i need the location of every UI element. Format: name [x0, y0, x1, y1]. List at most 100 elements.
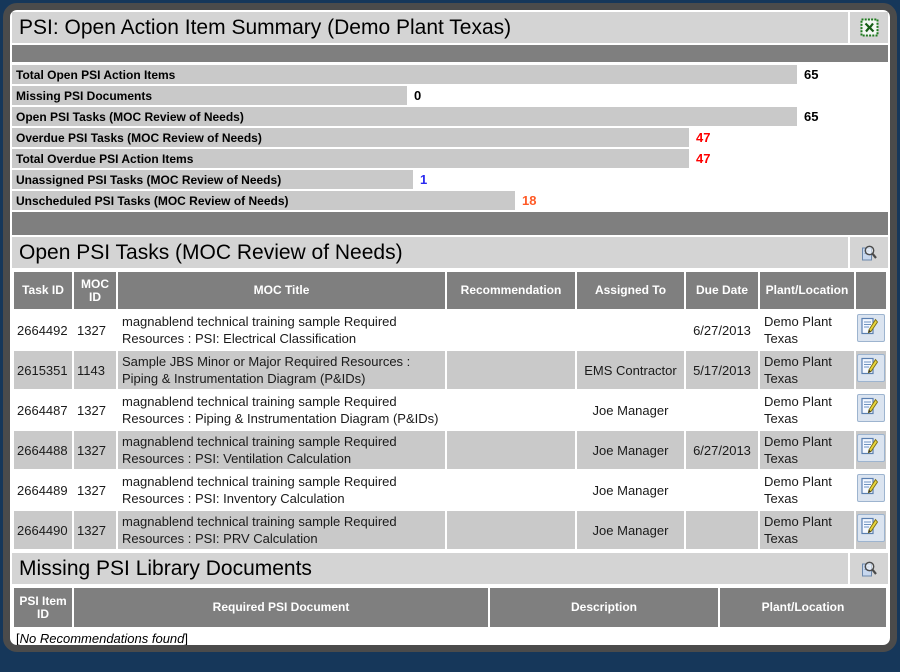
summary-bar: Unscheduled PSI Tasks (MOC Review of Nee… — [12, 191, 515, 210]
header-divider — [12, 45, 888, 62]
plant-location: Demo Plant Texas — [760, 391, 854, 429]
due-date — [686, 471, 758, 509]
summary-value: 18 — [522, 193, 536, 208]
task-id: 2664489 — [14, 471, 72, 509]
col-actions — [856, 272, 886, 309]
magnifier-icon — [859, 559, 879, 579]
recommendation — [447, 511, 575, 549]
task-row: 2664490 1327 magnablend technical traini… — [14, 511, 886, 549]
summary-section: Total Open PSI Action Items 65 Missing P… — [12, 65, 888, 210]
moc-id: 1327 — [74, 431, 116, 469]
task-row: 2664492 1327 magnablend technical traini… — [14, 311, 886, 349]
col-moc-title: MOC Title — [118, 272, 445, 309]
col-recommendation: Recommendation — [447, 272, 575, 309]
missing-docs-title-row: Missing PSI Library Documents — [12, 553, 888, 584]
due-date — [686, 511, 758, 549]
moc-id: 1143 — [74, 351, 116, 389]
moc-title: magnablend technical training sample Req… — [118, 311, 445, 349]
edit-task-button[interactable] — [857, 314, 885, 342]
moc-title: magnablend technical training sample Req… — [118, 511, 445, 549]
task-row: 2664487 1327 magnablend technical traini… — [14, 391, 886, 429]
summary-value: 65 — [804, 67, 818, 82]
summary-row: Unscheduled PSI Tasks (MOC Review of Nee… — [12, 191, 888, 210]
edit-icon — [859, 316, 883, 336]
summary-label: Open PSI Tasks (MOC Review of Needs) — [16, 110, 244, 124]
moc-title: magnablend technical training sample Req… — [118, 431, 445, 469]
task-id: 2664490 — [14, 511, 72, 549]
edit-icon — [859, 396, 883, 416]
edit-icon — [859, 356, 883, 376]
edit-task-button[interactable] — [857, 474, 885, 502]
plant-location: Demo Plant Texas — [760, 311, 854, 349]
col-assigned-to: Assigned To — [577, 272, 684, 309]
excel-icon — [860, 18, 879, 37]
summary-bar: Unassigned PSI Tasks (MOC Review of Need… — [12, 170, 413, 189]
task-row: 2615351 1143 Sample JBS Minor or Major R… — [14, 351, 886, 389]
summary-value: 1 — [420, 172, 427, 187]
task-id: 2664492 — [14, 311, 72, 349]
task-id: 2664488 — [14, 431, 72, 469]
edit-icon — [859, 436, 883, 456]
summary-value: 47 — [696, 130, 710, 145]
edit-task-button[interactable] — [857, 394, 885, 422]
section-divider — [12, 212, 888, 235]
missing-docs-table: PSI Item ID Required PSI Document Descri… — [12, 586, 888, 629]
recommendation — [447, 431, 575, 469]
plant-location: Demo Plant Texas — [760, 471, 854, 509]
recommendation — [447, 471, 575, 509]
col-psi-item-id: PSI Item ID — [14, 588, 72, 627]
summary-bar: Missing PSI Documents — [12, 86, 407, 105]
summary-label: Total Open PSI Action Items — [16, 68, 175, 82]
open-tasks-preview-button[interactable] — [850, 237, 888, 268]
open-tasks-title: Open PSI Tasks (MOC Review of Needs) — [12, 237, 848, 268]
task-row: 2664488 1327 magnablend technical traini… — [14, 431, 886, 469]
plant-location: Demo Plant Texas — [760, 351, 854, 389]
edit-icon — [859, 516, 883, 536]
due-date: 5/17/2013 — [686, 351, 758, 389]
col-required-doc: Required PSI Document — [74, 588, 488, 627]
assigned-to: EMS Contractor — [577, 351, 684, 389]
col-due-date: Due Date — [686, 272, 758, 309]
moc-id: 1327 — [74, 511, 116, 549]
summary-row: Overdue PSI Tasks (MOC Review of Needs) … — [12, 128, 888, 147]
missing-docs-preview-button[interactable] — [850, 553, 888, 584]
task-id: 2615351 — [14, 351, 72, 389]
summary-value: 0 — [414, 88, 421, 103]
window-title-row: PSI: Open Action Item Summary (Demo Plan… — [12, 12, 888, 43]
recommendation — [447, 391, 575, 429]
edit-task-button[interactable] — [857, 354, 885, 382]
summary-label: Total Overdue PSI Action Items — [16, 152, 193, 166]
summary-bar: Total Overdue PSI Action Items — [12, 149, 689, 168]
summary-row: Open PSI Tasks (MOC Review of Needs) 65 — [12, 107, 888, 126]
summary-value: 65 — [804, 109, 818, 124]
summary-row: Total Overdue PSI Action Items 47 — [12, 149, 888, 168]
col-task-id: Task ID — [14, 272, 72, 309]
recommendation — [447, 311, 575, 349]
export-excel-button[interactable] — [850, 12, 888, 43]
plant-location: Demo Plant Texas — [760, 511, 854, 549]
summary-label: Overdue PSI Tasks (MOC Review of Needs) — [16, 131, 262, 145]
summary-value: 47 — [696, 151, 710, 166]
edit-icon — [859, 476, 883, 496]
plant-location: Demo Plant Texas — [760, 431, 854, 469]
moc-id: 1327 — [74, 391, 116, 429]
assigned-to: Joe Manager — [577, 391, 684, 429]
magnifier-icon — [859, 243, 879, 263]
col-moc-id: MOC ID — [74, 272, 116, 309]
assigned-to: Joe Manager — [577, 431, 684, 469]
moc-title: magnablend technical training sample Req… — [118, 471, 445, 509]
summary-label: Unscheduled PSI Tasks (MOC Review of Nee… — [16, 194, 289, 208]
col-plant-location: Plant/Location — [720, 588, 886, 627]
edit-task-button[interactable] — [857, 514, 885, 542]
assigned-to — [577, 311, 684, 349]
moc-title: Sample JBS Minor or Major Required Resou… — [118, 351, 445, 389]
task-row: 2664489 1327 magnablend technical traini… — [14, 471, 886, 509]
edit-task-button[interactable] — [857, 434, 885, 462]
summary-bar: Total Open PSI Action Items — [12, 65, 797, 84]
recommendation — [447, 351, 575, 389]
no-recommendations-message: [No Recommendations found] — [12, 629, 888, 652]
summary-bar: Overdue PSI Tasks (MOC Review of Needs) — [12, 128, 689, 147]
moc-id: 1327 — [74, 471, 116, 509]
summary-row: Total Open PSI Action Items 65 — [12, 65, 888, 84]
col-plant-location: Plant/Location — [760, 272, 854, 309]
